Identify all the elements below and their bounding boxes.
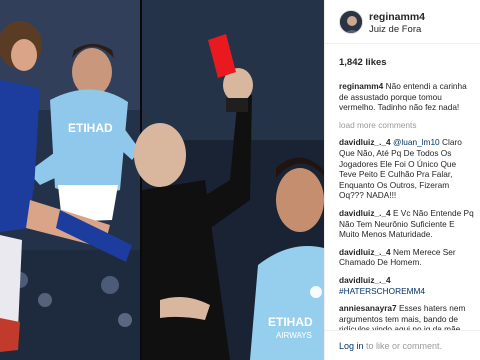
post-photo[interactable]: ETIHAD ETIHAD AIRWAYS — [0, 0, 324, 360]
comment-author[interactable]: davidluiz_._4 — [339, 275, 391, 285]
post-header: reginamm4 Juiz de Fora — [325, 0, 480, 44]
comment-author[interactable]: davidluiz_._4 — [339, 247, 391, 257]
header-location[interactable]: Juiz de Fora — [369, 24, 421, 35]
comment-mention[interactable]: @luan_lm10 — [393, 137, 440, 147]
caption: reginamm4 Não entendi a carinha de assus… — [339, 81, 475, 113]
comment-author[interactable]: anniesanayra7 — [339, 303, 397, 313]
avatar-image — [340, 11, 362, 33]
load-more-comments-link[interactable]: load more comments — [339, 120, 475, 131]
shirt-sponsor-right: ETIHAD — [268, 315, 313, 329]
comment-item: davidluiz_._4 E Vc Não Entende Pq Não Te… — [339, 208, 475, 240]
collage-image: ETIHAD ETIHAD AIRWAYS — [0, 0, 324, 360]
comment-item: davidluiz_._4 Nem Merece Ser Chamado De … — [339, 247, 475, 268]
comment-item: davidluiz_._4 #HATERSCHOREMM4 — [339, 275, 475, 296]
comment-author[interactable]: davidluiz_._4 — [339, 208, 391, 218]
avatar[interactable] — [339, 10, 363, 34]
likes-count[interactable]: 1,842 likes — [339, 57, 387, 68]
post-footer: Log in to like or comment. — [325, 330, 480, 360]
header-username[interactable]: reginamm4 — [369, 11, 425, 23]
comments-list: reginamm4 Não entendi a carinha de assus… — [339, 81, 475, 360]
post-sidebar: reginamm4 Juiz de Fora 1,842 likes regin… — [324, 0, 480, 360]
shirt-sponsor-left: ETIHAD — [68, 121, 113, 135]
shirt-sponsor-sub: AIRWAYS — [276, 331, 312, 340]
comment-author[interactable]: davidluiz_._4 — [339, 137, 391, 147]
caption-author[interactable]: reginamm4 — [339, 81, 383, 91]
login-prompt: Log in to like or comment. — [339, 341, 442, 351]
comment-hashtag[interactable]: #HATERSCHOREMM4 — [339, 286, 425, 296]
comment-item: davidluiz_._4 @luan_lm10 Claro Que Não, … — [339, 137, 475, 201]
login-prompt-rest: to like or comment. — [363, 341, 443, 351]
login-link[interactable]: Log in — [339, 341, 364, 351]
